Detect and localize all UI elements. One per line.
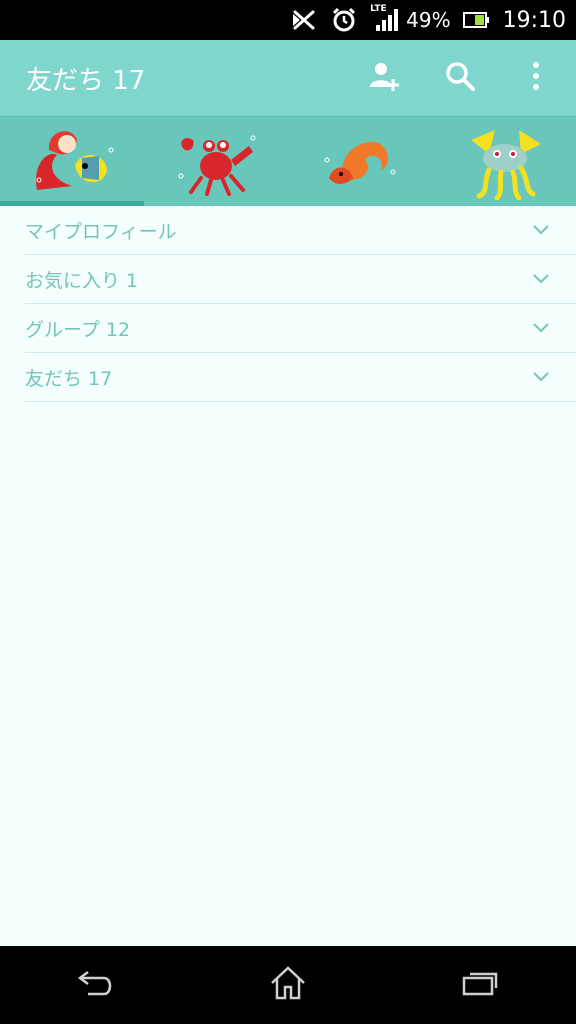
overflow-menu-button[interactable] [508,50,564,106]
chevron-down-icon [530,317,552,339]
sebastian-crab-icon [171,120,261,204]
recent-apps-button[interactable] [440,955,520,1015]
chevron-down-icon [530,219,552,241]
system-nav-bar [0,946,576,1024]
group-label: 友だち 17 [25,367,113,390]
search-icon [444,60,476,96]
clock: 19:10 [502,7,566,33]
group-row-groups[interactable]: グループ 12 [25,304,576,353]
app-bar: 友だち 17 [0,40,576,116]
tab-hermit-crab[interactable] [288,117,432,206]
overflow-menu-icon [531,61,541,95]
chevron-down-icon [530,268,552,290]
group-row-friends[interactable]: 友だち 17 [25,353,576,402]
tab-sebastian-crab[interactable] [144,117,288,206]
group-label: マイプロフィール [25,220,177,243]
tab-ariel-flounder[interactable] [0,117,144,206]
status-bar: LTE 49% 19:10 [0,0,576,40]
alarm-icon [330,6,358,34]
group-row-favorites[interactable]: お気に入り 1 [25,255,576,304]
lte-signal-icon: LTE [370,4,400,33]
group-label: グループ 12 [25,318,131,341]
battery-percent: 49% [406,8,451,32]
home-icon [268,965,308,1005]
nfc-off-icon [290,7,318,33]
page-title: 友だち 17 [26,65,146,96]
network-label: LTE [370,4,387,14]
group-list: マイプロフィール お気に入り 1 グループ 12 友だち 17 [0,206,576,402]
tab-yellow-fish[interactable] [432,117,576,206]
tab-strip [0,116,576,206]
home-button[interactable] [248,955,328,1015]
ariel-flounder-icon [27,120,117,204]
group-label: お気に入り 1 [25,269,139,292]
recent-apps-icon [460,968,500,1002]
add-friend-button[interactable] [356,50,412,106]
back-icon [76,968,116,1002]
back-button[interactable] [56,955,136,1015]
search-button[interactable] [432,50,488,106]
hermit-crab-icon [315,120,405,204]
group-row-my-profile[interactable]: マイプロフィール [25,206,576,255]
chevron-down-icon [530,366,552,388]
yellow-fish-icon [459,120,549,204]
battery-icon [462,11,489,29]
add-friend-icon [367,59,401,97]
